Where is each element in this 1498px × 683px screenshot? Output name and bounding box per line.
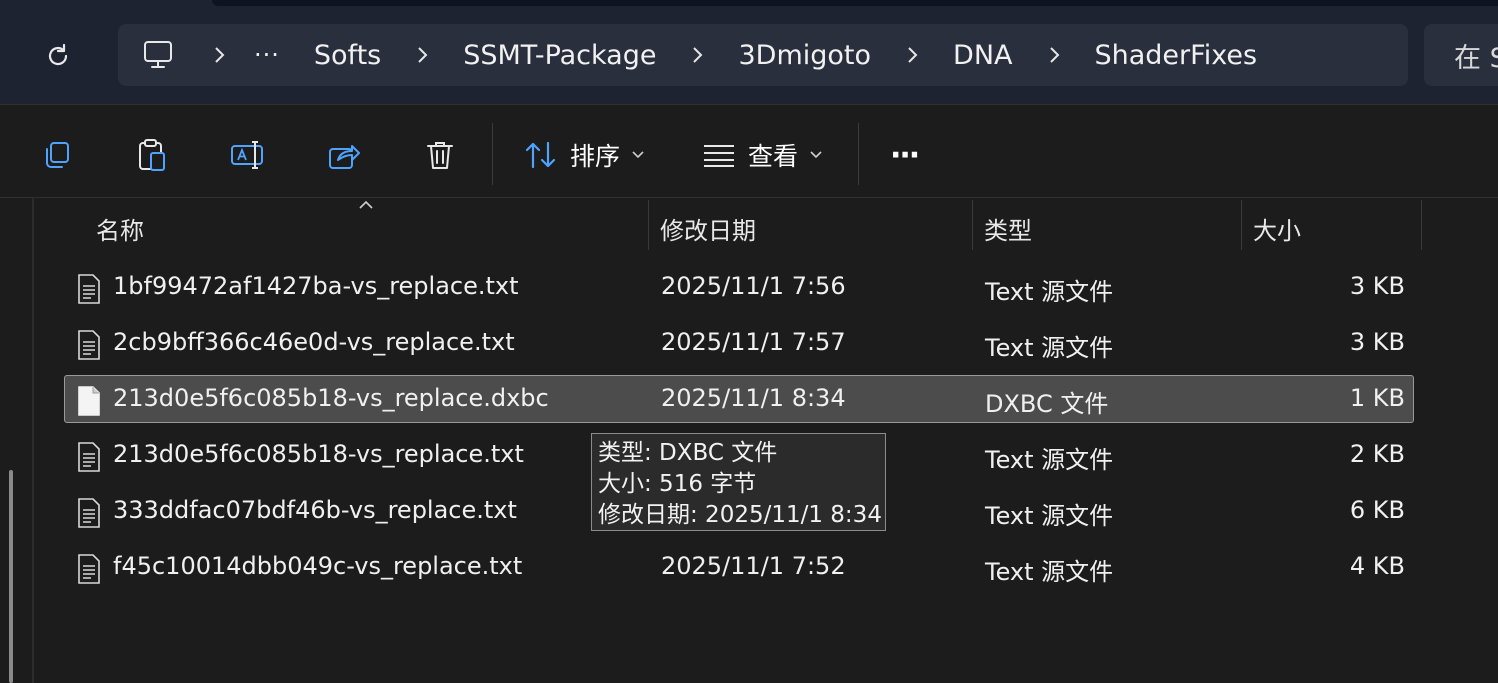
- text-file-icon: [78, 554, 100, 584]
- breadcrumb-3dmigoto[interactable]: 3Dmigoto: [718, 40, 891, 71]
- column-header-date[interactable]: 修改日期: [660, 198, 756, 250]
- toolbar-divider: [492, 123, 493, 185]
- chevron-right-icon[interactable]: [401, 46, 443, 64]
- tooltip-date: 修改日期: 2025/11/1 8:34: [598, 502, 882, 528]
- nav-scrollbar[interactable]: [9, 470, 13, 683]
- computer-icon: [144, 41, 172, 68]
- breadcrumb-dna[interactable]: DNA: [933, 40, 1032, 71]
- file-size: 2 KB: [1349, 440, 1405, 468]
- file-date: 2025/11/1 7:52: [661, 552, 846, 580]
- view-dropdown[interactable]: 查看: [702, 133, 822, 177]
- file-row-selected[interactable]: 213d0e5f6c085b18-vs_replace.dxbc 2025/11…: [64, 375, 1414, 423]
- column-resize-handle[interactable]: [648, 200, 649, 250]
- search-placeholder: 在 S: [1454, 43, 1498, 74]
- file-size: 4 KB: [1349, 552, 1405, 580]
- trash-icon: [427, 142, 453, 169]
- sort-ascending-icon: [359, 200, 373, 209]
- sort-label: 排序: [570, 142, 621, 171]
- chevron-right-icon[interactable]: [1033, 46, 1075, 64]
- file-name: 2cb9bff366c46e0d-vs_replace.txt: [113, 328, 515, 356]
- paste-icon: [139, 139, 165, 171]
- share-button[interactable]: [322, 133, 366, 177]
- delete-button[interactable]: [418, 133, 462, 177]
- file-type: Text 源文件: [985, 446, 1114, 474]
- view-label: 查看: [748, 142, 799, 171]
- share-icon: [329, 145, 360, 169]
- refresh-button[interactable]: [30, 34, 86, 78]
- text-file-icon: [78, 442, 100, 472]
- address-area: ··· Softs SSMT-Package 3Dmigoto DNA Shad…: [0, 0, 1498, 104]
- column-header-size-label: 大小: [1253, 217, 1301, 245]
- file-name: 213d0e5f6c085b18-vs_replace.dxbc: [113, 384, 549, 412]
- copy-button[interactable]: [34, 133, 78, 177]
- file-type: Text 源文件: [985, 334, 1114, 362]
- view-list-icon: [704, 145, 734, 167]
- more-options-button[interactable]: ···: [890, 133, 920, 177]
- file-date: 2025/11/1 7:57: [661, 328, 846, 356]
- file-size: 3 KB: [1349, 272, 1405, 300]
- chevron-down-icon: [632, 151, 644, 159]
- breadcrumb-ssmt-package[interactable]: SSMT-Package: [443, 40, 676, 71]
- column-header-type[interactable]: 类型: [984, 198, 1032, 250]
- file-type: Text 源文件: [985, 502, 1114, 530]
- navigation-pane-edge: [32, 198, 34, 683]
- file-name: 213d0e5f6c085b18-vs_replace.txt: [113, 440, 524, 468]
- column-header-size[interactable]: 大小: [1253, 198, 1301, 250]
- file-row[interactable]: 2cb9bff366c46e0d-vs_replace.txt 2025/11/…: [64, 319, 1414, 367]
- address-bar[interactable]: ··· Softs SSMT-Package 3Dmigoto DNA Shad…: [118, 24, 1408, 86]
- file-size: 6 KB: [1349, 496, 1405, 524]
- paste-button[interactable]: [130, 133, 174, 177]
- sort-dropdown[interactable]: 排序: [524, 133, 644, 177]
- file-size: 3 KB: [1349, 328, 1405, 356]
- rename-button[interactable]: [226, 133, 270, 177]
- file-name: 333ddfac07bdf46b-vs_replace.txt: [113, 496, 517, 524]
- column-header-date-label: 修改日期: [660, 217, 756, 245]
- file-size: 1 KB: [1349, 384, 1405, 412]
- breadcrumb-softs[interactable]: Softs: [294, 40, 401, 71]
- rename-icon: [231, 141, 263, 169]
- blank-file-icon: [78, 386, 100, 416]
- toolbar-divider: [858, 123, 859, 185]
- text-file-icon: [78, 274, 100, 304]
- text-file-icon: [78, 498, 100, 528]
- column-header-type-label: 类型: [984, 217, 1032, 245]
- column-resize-handle[interactable]: [972, 200, 973, 250]
- breadcrumb-shaderfixes[interactable]: ShaderFixes: [1075, 40, 1278, 71]
- copy-icon: [46, 142, 69, 168]
- tooltip-size: 大小: 516 字节: [598, 471, 757, 497]
- file-name: f45c10014dbb049c-vs_replace.txt: [113, 552, 523, 580]
- sort-icon: [525, 141, 556, 169]
- file-row[interactable]: f45c10014dbb049c-vs_replace.txt 2025/11/…: [64, 543, 1414, 591]
- chevron-down-icon: [810, 151, 822, 159]
- tab-strip: [212, 0, 1498, 6]
- file-type: Text 源文件: [985, 558, 1114, 586]
- tooltip-type: 类型: DXBC 文件: [598, 440, 778, 466]
- refresh-icon: [48, 43, 68, 66]
- file-row[interactable]: 1bf99472af1427ba-vs_replace.txt 2025/11/…: [64, 263, 1414, 311]
- text-file-icon: [78, 330, 100, 360]
- column-header-name-label: 名称: [96, 217, 144, 245]
- chevron-right-icon[interactable]: [891, 46, 933, 64]
- file-date: 2025/11/1 8:34: [661, 384, 846, 412]
- file-name: 1bf99472af1427ba-vs_replace.txt: [113, 272, 519, 300]
- file-type: Text 源文件: [985, 278, 1114, 306]
- command-bar: 排序 查看 ···: [0, 104, 1498, 198]
- file-info-tooltip: 类型: DXBC 文件 大小: 516 字节 修改日期: 2025/11/1 8…: [591, 433, 886, 531]
- column-header-name[interactable]: 名称: [96, 198, 144, 250]
- column-resize-handle[interactable]: [1421, 200, 1422, 250]
- this-pc-button[interactable]: [118, 40, 198, 70]
- column-resize-handle[interactable]: [1241, 200, 1242, 250]
- file-date: 2025/11/1 7:56: [661, 272, 846, 300]
- breadcrumb-overflow[interactable]: ···: [240, 41, 294, 69]
- more-icon: ···: [890, 137, 920, 173]
- chevron-right-icon[interactable]: [676, 46, 718, 64]
- file-type: DXBC 文件: [985, 390, 1109, 418]
- search-input[interactable]: 在 S: [1424, 24, 1498, 86]
- chevron-right-icon[interactable]: [198, 46, 240, 64]
